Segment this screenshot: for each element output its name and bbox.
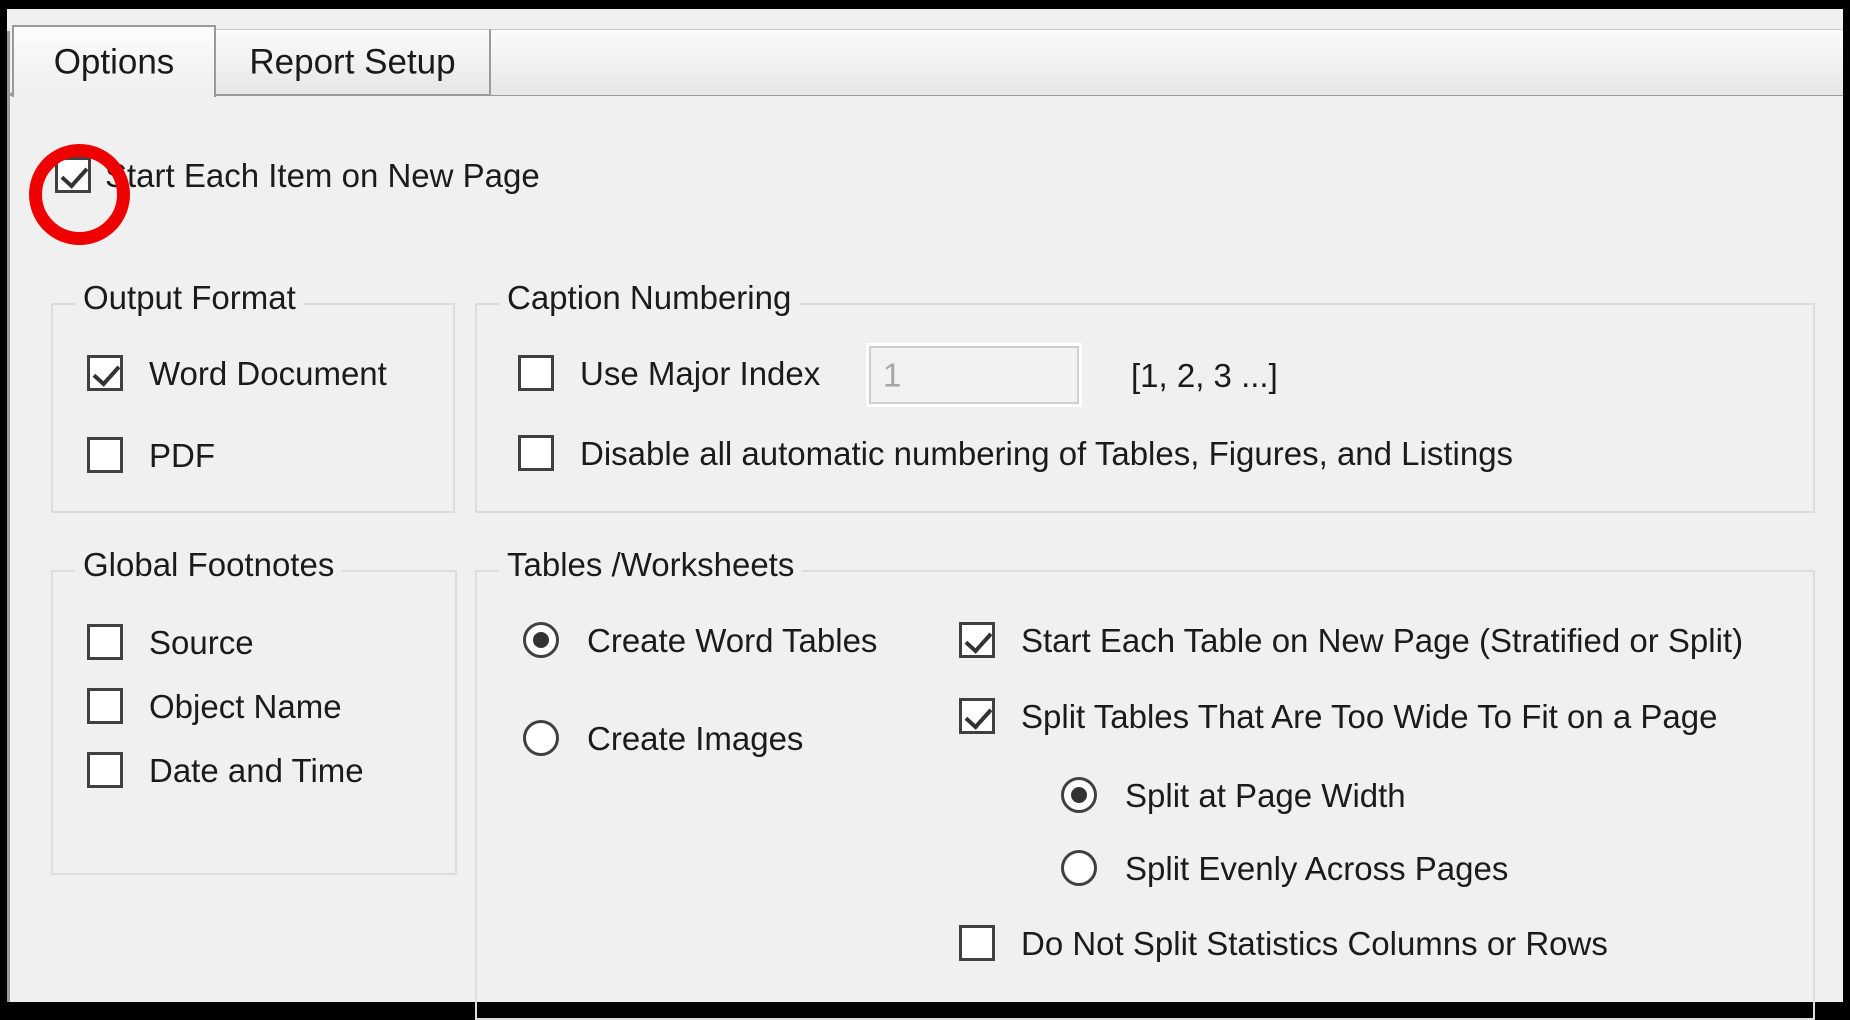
checkbox-label-disable-automatic-numbering: Disable all automatic numbering of Table… (580, 437, 1513, 470)
checkbox-label-pdf: PDF (149, 439, 215, 472)
group-caption-numbering-title: Caption Numbering (499, 281, 799, 314)
checkbox-box-footnote-date-and-time[interactable] (87, 752, 123, 788)
tab-report-setup-label: Report Setup (249, 45, 455, 80)
checkbox-pdf[interactable]: PDF (87, 437, 215, 473)
tab-options[interactable]: Options (12, 25, 216, 97)
checkbox-box-do-not-split-statistics[interactable] (959, 925, 995, 961)
checkbox-box-start-each-item[interactable] (55, 157, 91, 193)
checkbox-do-not-split-statistics[interactable]: Do Not Split Statistics Columns or Rows (959, 925, 1608, 961)
radio-label-split-at-page-width: Split at Page Width (1125, 779, 1406, 812)
checkbox-split-tables-too-wide[interactable]: Split Tables That Are Too Wide To Fit on… (959, 698, 1717, 734)
checkbox-use-major-index[interactable]: Use Major Index (518, 355, 820, 391)
radio-button-split-evenly-across-pages[interactable] (1061, 850, 1097, 886)
radio-split-evenly-across-pages[interactable]: Split Evenly Across Pages (1061, 850, 1508, 886)
group-caption-numbering: Caption Numbering (475, 303, 1815, 513)
checkbox-footnote-object-name[interactable]: Object Name (87, 688, 342, 724)
checkbox-footnote-source[interactable]: Source (87, 624, 254, 660)
tab-strip: Report Setup Options (7, 9, 1843, 95)
checkbox-box-use-major-index[interactable] (518, 355, 554, 391)
radio-create-word-tables[interactable]: Create Word Tables (523, 622, 877, 658)
radio-button-split-at-page-width[interactable] (1061, 777, 1097, 813)
radio-label-split-evenly-across-pages: Split Evenly Across Pages (1125, 852, 1508, 885)
tab-page-left-border (7, 31, 10, 1002)
tab-report-setup[interactable]: Report Setup (216, 29, 491, 94)
checkbox-box-split-tables-too-wide[interactable] (959, 698, 995, 734)
checkbox-box-disable-automatic-numbering[interactable] (518, 435, 554, 471)
checkbox-disable-automatic-numbering[interactable]: Disable all automatic numbering of Table… (518, 435, 1513, 471)
screenshot-frame: Report Setup Options Start Each Item on … (0, 0, 1850, 1002)
radio-label-create-images: Create Images (587, 722, 803, 755)
checkbox-box-start-each-table-on-new-page[interactable] (959, 622, 995, 658)
group-output-format-title: Output Format (75, 281, 304, 314)
checkbox-label-use-major-index: Use Major Index (580, 357, 820, 390)
checkbox-label-start-each-table-on-new-page: Start Each Table on New Page (Stratified… (1021, 624, 1743, 657)
checkbox-label-do-not-split-statistics: Do Not Split Statistics Columns or Rows (1021, 927, 1608, 960)
checkbox-label-start-each-item: Start Each Item on New Page (105, 159, 540, 192)
checkbox-label-footnote-date-and-time: Date and Time (149, 754, 364, 787)
checkbox-box-word-document[interactable] (87, 355, 123, 391)
group-global-footnotes-title: Global Footnotes (75, 548, 342, 581)
checkbox-word-document[interactable]: Word Document (87, 355, 387, 391)
checkbox-footnote-date-and-time[interactable]: Date and Time (87, 752, 364, 788)
tab-strip-filler (491, 29, 1843, 95)
checkbox-label-footnote-object-name: Object Name (149, 690, 342, 723)
checkbox-label-footnote-source: Source (149, 626, 254, 659)
radio-create-images[interactable]: Create Images (523, 720, 803, 756)
radio-split-at-page-width[interactable]: Split at Page Width (1061, 777, 1406, 813)
major-index-input-placeholder: 1 (883, 359, 901, 392)
major-index-input[interactable]: 1 (869, 346, 1079, 404)
checkbox-box-footnote-source[interactable] (87, 624, 123, 660)
radio-label-create-word-tables: Create Word Tables (587, 624, 877, 657)
radio-button-create-word-tables[interactable] (523, 622, 559, 658)
checkbox-start-each-table-on-new-page[interactable]: Start Each Table on New Page (Stratified… (959, 622, 1743, 658)
checkbox-box-pdf[interactable] (87, 437, 123, 473)
tab-options-label: Options (54, 45, 175, 80)
checkbox-label-split-tables-too-wide: Split Tables That Are Too Wide To Fit on… (1021, 700, 1717, 733)
checkbox-label-word-document: Word Document (149, 357, 387, 390)
caption-numbering-example-text: [1, 2, 3 ...] (1131, 359, 1278, 392)
report-options-dialog: Report Setup Options Start Each Item on … (7, 9, 1843, 1002)
checkbox-start-each-item-on-new-page[interactable]: Start Each Item on New Page (55, 157, 540, 193)
group-output-format: Output Format (51, 303, 455, 513)
group-tables-worksheets-title: Tables /Worksheets (499, 548, 802, 581)
radio-button-create-images[interactable] (523, 720, 559, 756)
checkbox-box-footnote-object-name[interactable] (87, 688, 123, 724)
